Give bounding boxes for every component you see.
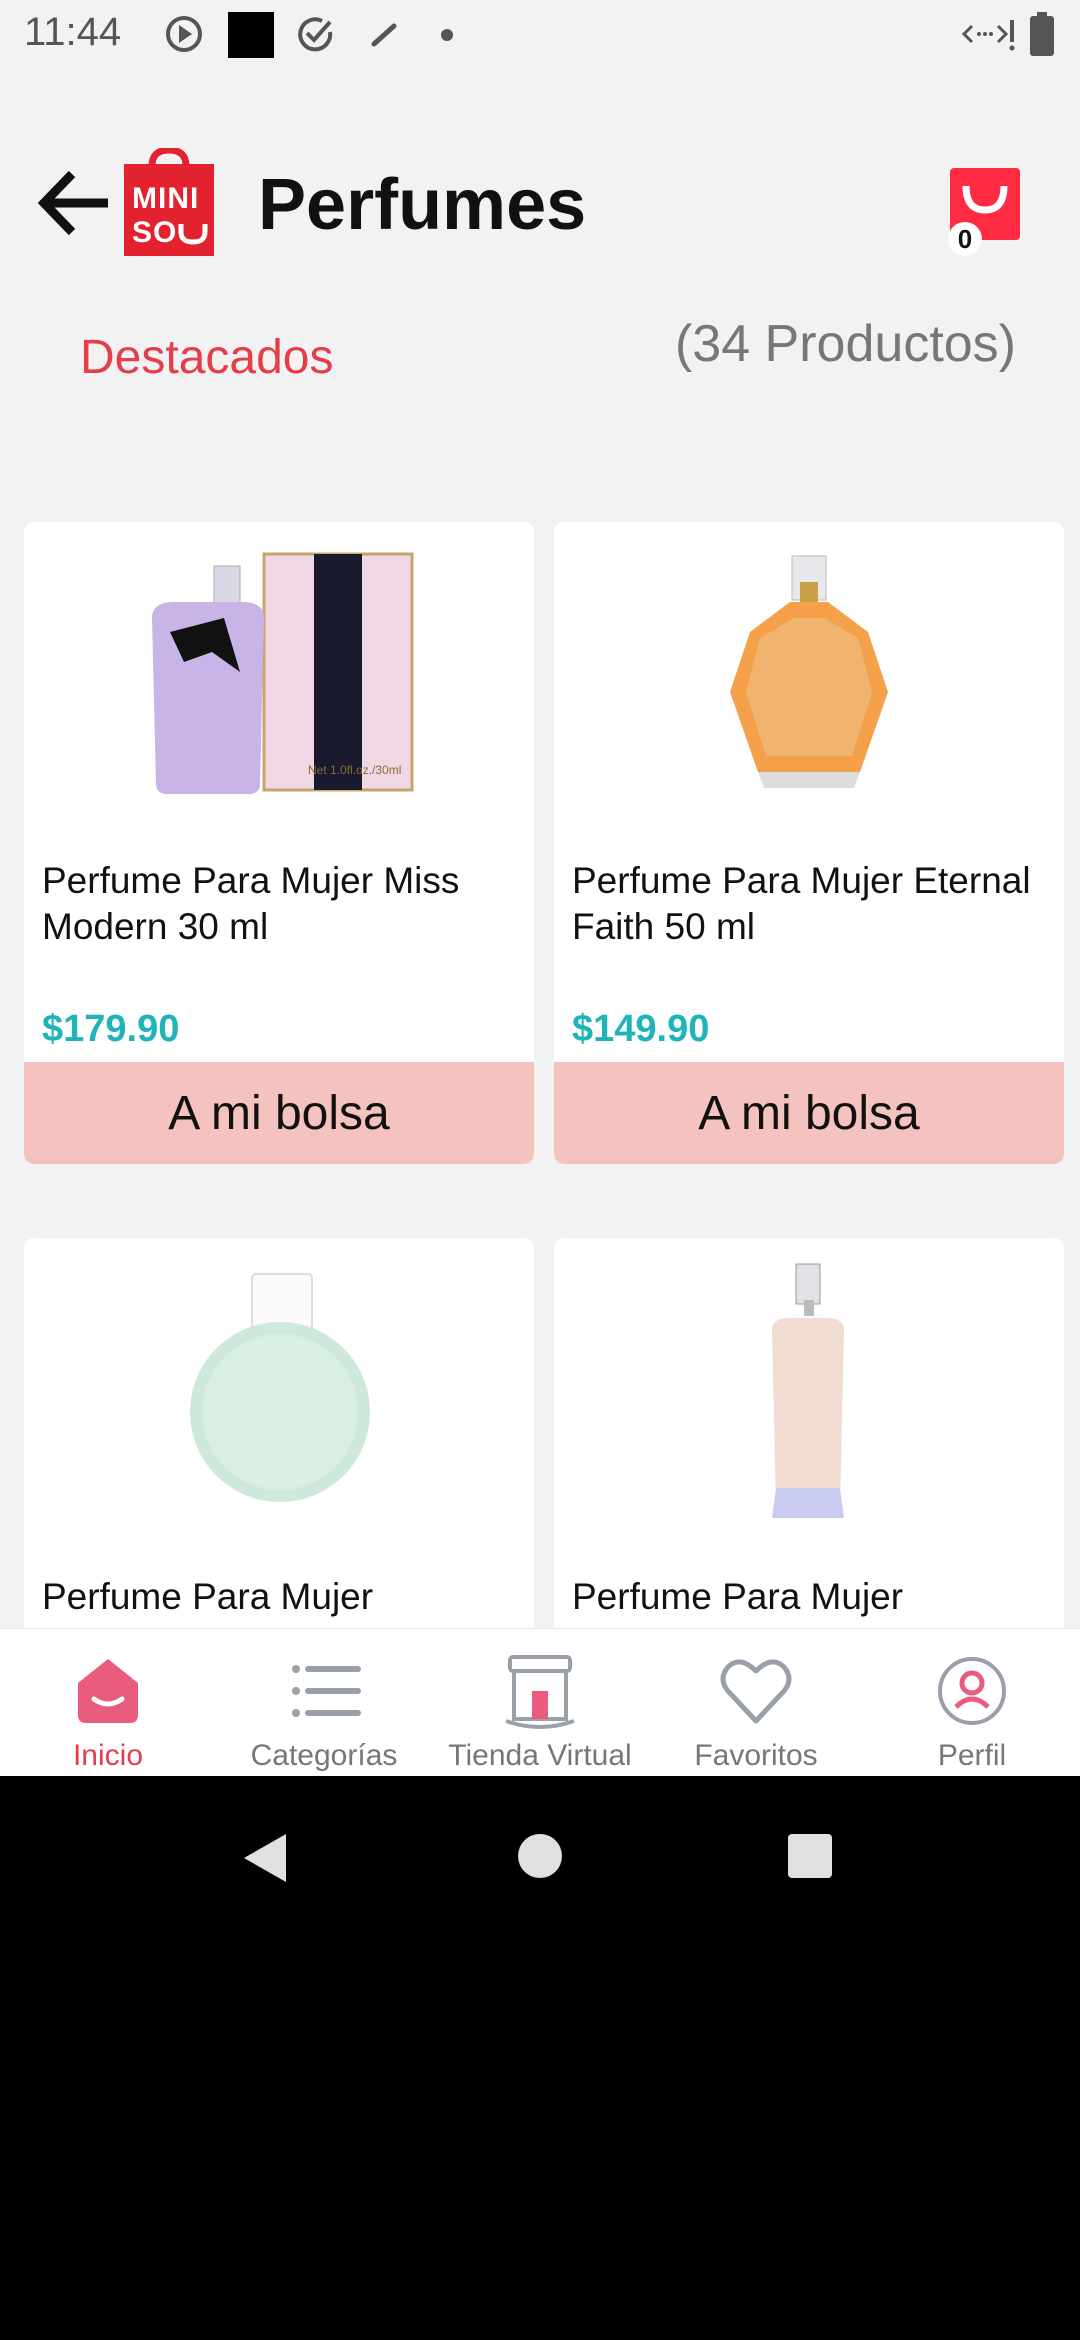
svg-text:Net 1.0fl.oz./30ml: Net 1.0fl.oz./30ml <box>308 763 401 777</box>
nav-item-categorias[interactable]: Categorías <box>216 1629 432 1777</box>
system-home-icon[interactable] <box>516 1832 564 1880</box>
heart-icon <box>720 1659 792 1724</box>
product-image <box>730 555 888 788</box>
cart-count-badge: 0 <box>948 222 982 256</box>
product-image <box>190 1273 370 1502</box>
product-name[interactable]: Perfume Para Mujer <box>42 1574 522 1620</box>
product-card[interactable]: Perfume Para Mujer Eternal Faith 50 ml $… <box>554 522 1064 1164</box>
miniso-logo: MINI SO <box>124 146 214 256</box>
play-status-icon <box>166 16 202 52</box>
categories-icon <box>292 1665 361 1717</box>
nav-item-tienda-virtual[interactable]: Tienda Virtual <box>432 1629 648 1777</box>
nav-label: Inicio <box>72 1739 144 1772</box>
product-image <box>772 1263 844 1518</box>
data-arrows-icon <box>962 20 1015 51</box>
product-name[interactable]: Perfume Para Mujer <box>572 1574 1052 1620</box>
page-title: Perfumes <box>258 165 587 245</box>
product-price: $179.90 <box>42 1008 180 1050</box>
home-icon <box>78 1659 138 1723</box>
nav-label: Favoritos <box>694 1739 818 1772</box>
nav-item-favoritos[interactable]: Favoritos <box>648 1629 864 1777</box>
nav-item-perfil[interactable]: Perfil <box>864 1629 1080 1777</box>
sort-dropdown[interactable]: Destacados <box>80 330 333 385</box>
status-time: 11:44 <box>24 10 122 54</box>
battery-icon <box>1030 12 1054 56</box>
nav-label: Perfil <box>937 1739 1007 1772</box>
product-card[interactable]: Perfume Para Mujer <box>24 1238 534 1658</box>
status-bar: 11:44 <box>0 0 1080 72</box>
check-circle-status-icon <box>298 17 333 52</box>
nav-label: Tienda Virtual <box>448 1739 632 1772</box>
product-count: (34 Productos) <box>674 315 1016 373</box>
profile-icon <box>938 1657 1006 1725</box>
notification-square-icon <box>228 12 274 58</box>
product-price: $149.90 <box>572 1008 710 1050</box>
nav-item-inicio[interactable]: Inicio <box>0 1629 216 1777</box>
dot-status-icon <box>441 29 453 41</box>
logo-text-top: MINI <box>132 182 200 215</box>
store-icon <box>505 1655 575 1729</box>
product-image: Net 1.0fl.oz./30ml <box>152 552 414 794</box>
system-navigation-bar <box>0 1776 1080 2340</box>
product-name[interactable]: Perfume Para Mujer Eternal Faith 50 ml <box>572 858 1052 950</box>
back-arrow-icon[interactable] <box>36 168 114 238</box>
system-back-icon[interactable] <box>240 1830 290 1886</box>
product-name[interactable]: Perfume Para Mujer Miss Modern 30 ml <box>42 858 522 950</box>
system-recents-icon[interactable] <box>786 1832 834 1880</box>
add-to-bag-button[interactable]: A mi bolsa <box>554 1062 1064 1164</box>
product-card[interactable]: Perfume Para Mujer <box>554 1238 1064 1658</box>
product-card[interactable]: Net 1.0fl.oz./30ml Perfume Para Mujer Mi… <box>24 522 534 1164</box>
pen-status-icon <box>371 23 397 47</box>
bottom-navigation: Inicio Categorías Tienda Virtual Favorit… <box>0 1628 1080 1777</box>
logo-text-bottom: SO <box>132 216 178 249</box>
add-to-bag-button[interactable]: A mi bolsa <box>24 1062 534 1164</box>
logo-smile-icon <box>178 224 208 245</box>
nav-label: Categorías <box>250 1739 398 1772</box>
